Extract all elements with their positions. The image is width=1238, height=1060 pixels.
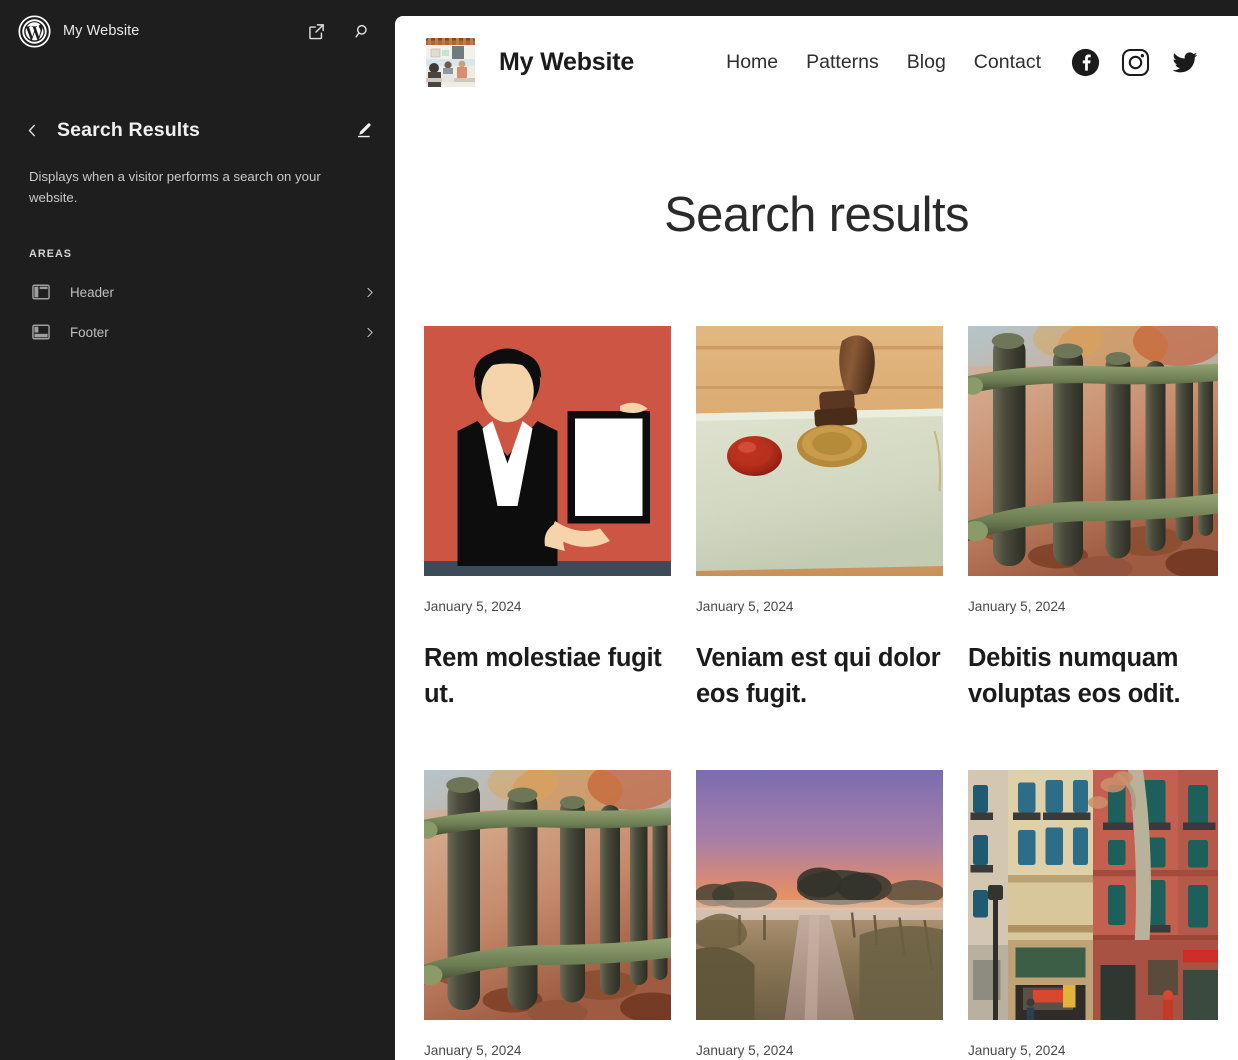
post-thumbnail[interactable] xyxy=(696,770,943,1020)
post-thumbnail[interactable] xyxy=(696,326,943,576)
post-card: January 5, 2024 Debitis numquam voluptas… xyxy=(968,326,1218,712)
post-card: January 5, 2024 Rem molestiae fugit ut. xyxy=(424,326,671,712)
header-layout-icon xyxy=(29,280,53,304)
sidebar-item-header[interactable]: Header xyxy=(0,272,395,312)
areas-section-label: AREAS xyxy=(29,248,395,260)
twitter-icon[interactable] xyxy=(1171,48,1200,77)
post-date: January 5, 2024 xyxy=(968,599,1218,614)
nav-link-home[interactable]: Home xyxy=(726,51,778,74)
post-date: January 5, 2024 xyxy=(424,1043,671,1058)
post-thumbnail[interactable] xyxy=(968,770,1218,1020)
post-date: January 5, 2024 xyxy=(424,599,671,614)
areas-list: Header Footer xyxy=(0,272,395,352)
footer-layout-icon xyxy=(29,320,53,344)
post-card: January 5, 2024 Veniam est qui dolor eos… xyxy=(696,326,943,712)
editor-sidebar: My Website Sea xyxy=(0,0,395,1060)
chevron-right-icon xyxy=(362,325,377,340)
chevron-right-icon xyxy=(362,285,377,300)
post-title[interactable]: Rem molestiae fugit ut. xyxy=(424,640,671,712)
nav-link-blog[interactable]: Blog xyxy=(907,51,946,74)
back-button[interactable] xyxy=(16,114,48,146)
site-header: My Website Home Patterns Blog Contact xyxy=(395,16,1238,87)
sidebar-site-name: My Website xyxy=(63,23,139,39)
post-date: January 5, 2024 xyxy=(696,1043,943,1058)
nav-link-contact[interactable]: Contact xyxy=(974,51,1041,74)
post-title[interactable]: Debitis numquam voluptas eos odit. xyxy=(968,640,1218,712)
editor-canvas-area: My Website Home Patterns Blog Contact xyxy=(395,0,1238,1060)
facebook-icon[interactable] xyxy=(1071,48,1100,77)
post-card: January 5, 2024 xyxy=(696,770,943,1058)
post-card: January 5, 2024 xyxy=(968,770,1218,1058)
page-title: Search Results xyxy=(57,119,200,142)
wordpress-logo-icon[interactable] xyxy=(18,15,51,48)
post-thumbnail[interactable] xyxy=(968,326,1218,576)
social-links xyxy=(1071,48,1200,77)
sidebar-topbar: My Website xyxy=(0,0,395,62)
site-navigation: Home Patterns Blog Contact xyxy=(726,51,1041,74)
sidebar-item-footer[interactable]: Footer xyxy=(0,312,395,352)
nav-link-patterns[interactable]: Patterns xyxy=(806,51,879,74)
site-logo[interactable] xyxy=(426,38,475,87)
post-grid: January 5, 2024 Rem molestiae fugit ut. xyxy=(424,326,1238,1058)
pencil-edit-icon[interactable] xyxy=(347,114,379,146)
post-card: January 5, 2024 xyxy=(424,770,671,1058)
external-link-icon[interactable] xyxy=(299,14,333,48)
panel-description: Displays when a visitor performs a searc… xyxy=(29,166,347,208)
panel-header: Search Results xyxy=(0,111,395,149)
sidebar-item-label: Footer xyxy=(70,325,362,340)
search-icon[interactable] xyxy=(345,14,379,48)
post-date: January 5, 2024 xyxy=(696,599,943,614)
site-preview-canvas[interactable]: My Website Home Patterns Blog Contact xyxy=(395,16,1238,1060)
sidebar-item-label: Header xyxy=(70,285,362,300)
instagram-icon[interactable] xyxy=(1121,48,1150,77)
post-thumbnail[interactable] xyxy=(424,326,671,576)
post-thumbnail[interactable] xyxy=(424,770,671,1020)
search-results-heading: Search results xyxy=(395,187,1238,243)
site-title: My Website xyxy=(499,48,634,77)
post-title[interactable]: Veniam est qui dolor eos fugit. xyxy=(696,640,943,712)
site-editor-app: My Website Sea xyxy=(0,0,1238,1060)
post-date: January 5, 2024 xyxy=(968,1043,1218,1058)
